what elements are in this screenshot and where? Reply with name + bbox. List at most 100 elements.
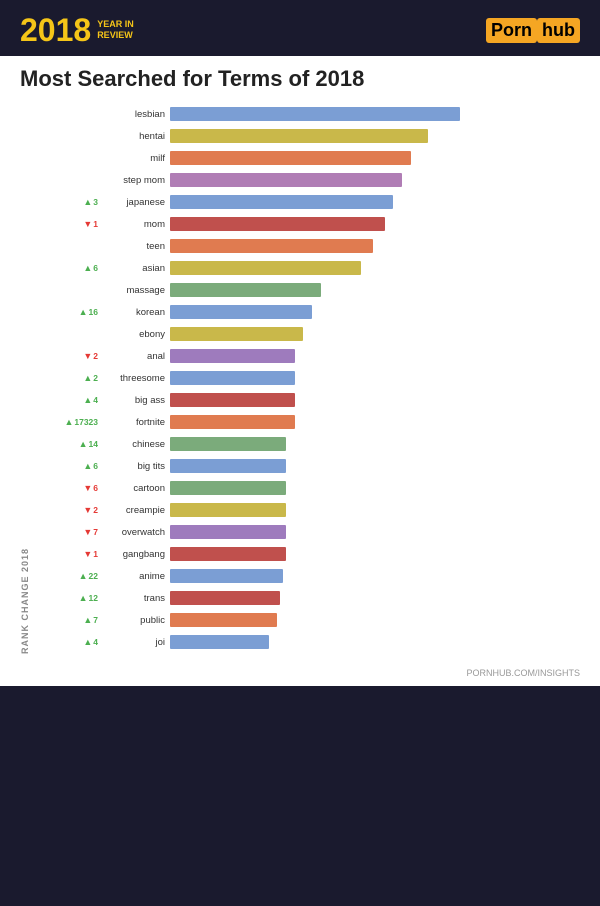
term-label: milf xyxy=(102,153,170,164)
bar-fill xyxy=(170,459,286,473)
arrow-up-icon: ▲ xyxy=(83,263,92,273)
bar-fill xyxy=(170,591,280,605)
rank-change: ▼6 xyxy=(50,483,102,493)
term-label: trans xyxy=(102,593,170,604)
rank-change: ▲12 xyxy=(50,593,102,603)
bar-container xyxy=(170,591,580,605)
rank-change: ▲4 xyxy=(50,637,102,647)
bar-row: step mom xyxy=(50,170,580,190)
arrow-up-icon: ▲ xyxy=(64,417,73,427)
bar-row: ▲4joi xyxy=(50,632,580,652)
rank-change: ▲2 xyxy=(50,373,102,383)
bar-fill xyxy=(170,129,428,143)
bar-fill xyxy=(170,305,312,319)
rank-change: ▲6 xyxy=(50,461,102,471)
arrow-up-icon: ▲ xyxy=(83,395,92,405)
bar-container xyxy=(170,327,580,341)
bar-fill xyxy=(170,371,295,385)
page-title: Most Searched for Terms of 2018 xyxy=(20,66,580,92)
rank-change: ▲6 xyxy=(50,263,102,273)
term-label: lesbian xyxy=(102,109,170,120)
bar-container xyxy=(170,635,580,649)
bar-fill xyxy=(170,151,411,165)
bar-row: ▲2threesome xyxy=(50,368,580,388)
page-container: 2018 YEAR IN REVIEW Porn hub Most Search… xyxy=(0,0,600,686)
bar-row: massage xyxy=(50,280,580,300)
arrow-up-icon: ▲ xyxy=(83,461,92,471)
bar-container xyxy=(170,415,580,429)
term-label: chinese xyxy=(102,439,170,450)
header: 2018 YEAR IN REVIEW Porn hub xyxy=(0,0,600,56)
bar-row: ebony xyxy=(50,324,580,344)
bar-container xyxy=(170,459,580,473)
bar-container xyxy=(170,217,580,231)
rank-change: ▼2 xyxy=(50,505,102,515)
bar-container xyxy=(170,129,580,143)
arrow-up-icon: ▲ xyxy=(79,593,88,603)
bar-fill xyxy=(170,393,295,407)
arrow-down-icon: ▼ xyxy=(83,527,92,537)
term-label: big ass xyxy=(102,395,170,406)
rank-change: ▲7 xyxy=(50,615,102,625)
bar-fill xyxy=(170,327,303,341)
bar-row: ▲16korean xyxy=(50,302,580,322)
term-label: fortnite xyxy=(102,417,170,428)
term-label: overwatch xyxy=(102,527,170,538)
term-label: asian xyxy=(102,263,170,274)
bar-container xyxy=(170,371,580,385)
bar-container xyxy=(170,151,580,165)
bar-row: hentai xyxy=(50,126,580,146)
bar-container xyxy=(170,305,580,319)
bar-row: ▼6cartoon xyxy=(50,478,580,498)
chart-area: RANK CHANGE 2018 lesbian hentai milf step m… xyxy=(0,98,600,664)
term-label: creampie xyxy=(102,505,170,516)
bar-fill xyxy=(170,107,460,121)
rank-change: ▲14 xyxy=(50,439,102,449)
year-number: 2018 xyxy=(20,14,91,46)
term-label: anime xyxy=(102,571,170,582)
rank-change: ▲16 xyxy=(50,307,102,317)
bar-container xyxy=(170,525,580,539)
arrow-down-icon: ▼ xyxy=(83,505,92,515)
bar-row: ▲4big ass xyxy=(50,390,580,410)
arrow-up-icon: ▲ xyxy=(79,439,88,449)
bar-fill xyxy=(170,547,286,561)
arrow-up-icon: ▲ xyxy=(79,571,88,581)
term-label: mom xyxy=(102,219,170,230)
bar-fill xyxy=(170,239,373,253)
term-label: big tits xyxy=(102,461,170,472)
bar-fill xyxy=(170,481,286,495)
term-label: korean xyxy=(102,307,170,318)
arrow-up-icon: ▲ xyxy=(83,373,92,383)
bar-row: ▼2anal xyxy=(50,346,580,366)
term-label: threesome xyxy=(102,373,170,384)
bar-row: ▲6asian xyxy=(50,258,580,278)
arrow-up-icon: ▲ xyxy=(83,197,92,207)
bar-container xyxy=(170,569,580,583)
arrow-down-icon: ▼ xyxy=(83,483,92,493)
term-label: massage xyxy=(102,285,170,296)
rank-axis-label: RANK CHANGE 2018 xyxy=(20,104,30,654)
arrow-down-icon: ▼ xyxy=(83,351,92,361)
year-subtitle: YEAR IN REVIEW xyxy=(97,19,134,41)
bar-fill xyxy=(170,349,295,363)
bar-row: ▼1mom xyxy=(50,214,580,234)
bar-row: ▲12trans xyxy=(50,588,580,608)
bar-fill xyxy=(170,569,283,583)
bar-row: ▼1gangbang xyxy=(50,544,580,564)
rank-change: ▲3 xyxy=(50,197,102,207)
bar-fill xyxy=(170,283,321,297)
bar-container xyxy=(170,503,580,517)
bar-fill xyxy=(170,217,385,231)
brand-logo: Porn hub xyxy=(486,18,580,43)
bar-container xyxy=(170,547,580,561)
chart-inner: RANK CHANGE 2018 lesbian hentai milf step m… xyxy=(20,104,580,654)
term-label: anal xyxy=(102,351,170,362)
bar-row: ▲17323fortnite xyxy=(50,412,580,432)
bar-container xyxy=(170,107,580,121)
rank-axis-label-col: RANK CHANGE 2018 xyxy=(20,104,50,654)
bar-row: milf xyxy=(50,148,580,168)
bar-row: teen xyxy=(50,236,580,256)
bar-container xyxy=(170,239,580,253)
bar-container xyxy=(170,613,580,627)
